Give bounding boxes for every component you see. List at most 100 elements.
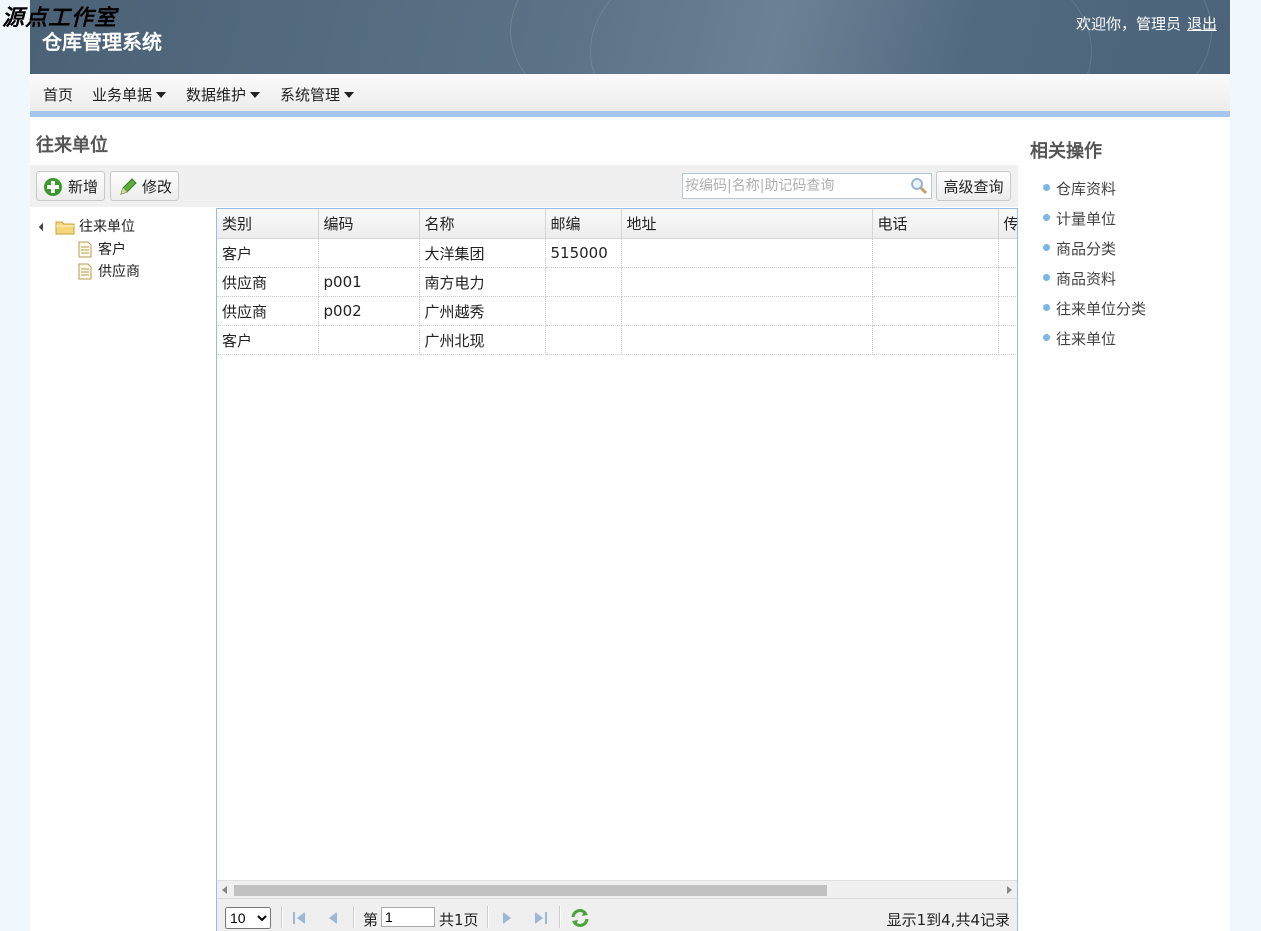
nav-home-label: 首页	[43, 86, 74, 104]
cell-postcode	[545, 267, 622, 297]
main-panel: 往来单位 新增 修改 按编码|名称|助记码查询 高级查询 往来单位 客户 供应商…	[30, 117, 1018, 931]
page-number-input[interactable]	[381, 907, 435, 927]
cell-address	[621, 238, 873, 268]
bullet-icon	[1043, 214, 1050, 221]
expand-triangle-icon[interactable]	[38, 222, 48, 232]
first-page-icon[interactable]	[291, 910, 307, 926]
cell-category: 供应商	[217, 296, 319, 326]
app-frame: 仓库管理系统 欢迎你，管理员 退出 首页 业务单据 数据维护 系统管理 往来单位 …	[30, 0, 1230, 931]
welcome-area: 欢迎你，管理员 退出	[1076, 13, 1217, 34]
grid-table: 类别 编码 名称 邮编 地址 电话 传 客户 大洋集团 515000 供应商 p…	[217, 209, 1017, 355]
logout-link[interactable]: 退出	[1187, 15, 1217, 33]
cell-phone	[872, 267, 999, 297]
app-header: 仓库管理系统 欢迎你，管理员 退出	[30, 0, 1230, 74]
tree-node-label: 往来单位	[79, 219, 135, 235]
last-page-icon[interactable]	[533, 910, 549, 926]
related-link-label: 商品分类	[1056, 240, 1117, 258]
cell-code	[318, 325, 420, 355]
search-box	[682, 173, 932, 199]
related-link-partner[interactable]: 往来单位	[1043, 328, 1117, 349]
cell-name: 广州北现	[419, 325, 546, 355]
column-header-code[interactable]: 编码	[318, 209, 420, 239]
cell-address	[621, 325, 873, 355]
tree-node-customer[interactable]: 客户	[30, 239, 210, 261]
table-row[interactable]: 客户 广州北现	[217, 325, 1017, 355]
column-header-category[interactable]: 类别	[217, 209, 319, 239]
search-input[interactable]	[683, 174, 907, 198]
edit-button-label: 修改	[142, 178, 173, 196]
refresh-icon[interactable]	[569, 907, 591, 929]
page-total: 共1页	[439, 911, 479, 929]
nav-data-maintenance[interactable]: 数据维护	[186, 84, 261, 105]
bullet-icon	[1043, 274, 1050, 281]
pagination-bar: 10 第 共1页	[217, 898, 1017, 931]
grid-header-row: 类别 编码 名称 邮编 地址 电话 传	[217, 209, 1017, 239]
scroll-left-icon[interactable]	[222, 886, 227, 894]
table-row[interactable]: 供应商 p001 南方电力	[217, 267, 1017, 297]
column-header-phone[interactable]: 电话	[872, 209, 999, 239]
column-header-address[interactable]: 地址	[621, 209, 873, 239]
pager-separator	[487, 906, 489, 928]
scroll-right-icon[interactable]	[1007, 886, 1012, 894]
nav-system-management-label: 系统管理	[280, 86, 341, 104]
cell-fax	[998, 238, 1017, 268]
add-button-label: 新增	[68, 178, 99, 196]
scrollbar-thumb[interactable]	[234, 885, 827, 896]
page-size-select[interactable]: 10	[225, 907, 271, 929]
table-row[interactable]: 客户 大洋集团 515000	[217, 238, 1017, 268]
related-actions-panel: 相关操作 仓库资料 计量单位 商品分类 商品资料 往来单位分类 往来单位	[1018, 117, 1230, 931]
column-header-fax[interactable]: 传	[998, 209, 1017, 239]
nav-business-docs[interactable]: 业务单据	[92, 84, 167, 105]
cell-phone	[872, 325, 999, 355]
nav-system-management[interactable]: 系统管理	[280, 84, 355, 105]
cell-phone	[872, 296, 999, 326]
header-decoration	[590, 0, 1092, 74]
search-icon[interactable]	[910, 177, 928, 195]
edit-button[interactable]: 修改	[110, 171, 179, 201]
bullet-icon	[1043, 304, 1050, 311]
related-link-product-info[interactable]: 商品资料	[1043, 268, 1116, 289]
main-nav: 首页 业务单据 数据维护 系统管理	[30, 74, 1230, 111]
bullet-icon	[1043, 334, 1050, 341]
caret-down-icon	[156, 92, 167, 98]
related-link-label: 往来单位	[1056, 330, 1117, 348]
cell-fax	[998, 296, 1017, 326]
tree-node-supplier[interactable]: 供应商	[30, 261, 210, 283]
bullet-icon	[1043, 184, 1050, 191]
cell-fax	[998, 325, 1017, 355]
watermark: 源点工作室	[2, 5, 118, 31]
bullet-icon	[1043, 244, 1050, 251]
cell-fax	[998, 267, 1017, 297]
caret-down-icon	[344, 92, 355, 98]
column-header-name[interactable]: 名称	[419, 209, 546, 239]
record-summary: 显示1到4,共4记录	[886, 911, 1010, 929]
next-page-icon[interactable]	[499, 910, 515, 926]
advanced-search-button[interactable]: 高级查询	[936, 171, 1011, 201]
document-icon	[78, 263, 92, 280]
horizontal-scrollbar[interactable]	[217, 880, 1017, 899]
cell-postcode: 515000	[545, 238, 622, 268]
tree-node-label: 供应商	[98, 264, 140, 280]
toolbar: 新增 修改 高级查询	[30, 165, 1018, 207]
caret-down-icon	[250, 92, 261, 98]
related-link-unit[interactable]: 计量单位	[1043, 208, 1116, 229]
related-link-product-category[interactable]: 商品分类	[1043, 238, 1117, 259]
folder-icon	[55, 221, 75, 235]
pager-separator	[559, 906, 561, 928]
related-link-warehouse-info[interactable]: 仓库资料	[1043, 178, 1116, 199]
cell-category: 供应商	[217, 267, 319, 297]
column-header-postcode[interactable]: 邮编	[545, 209, 622, 239]
welcome-text: 欢迎你，管理员	[1075, 15, 1181, 33]
previous-page-icon[interactable]	[325, 910, 341, 926]
nav-business-docs-label: 业务单据	[92, 86, 153, 104]
document-icon	[78, 241, 92, 258]
tree-node-root[interactable]: 往来单位	[30, 216, 210, 238]
cell-name: 南方电力	[419, 267, 546, 297]
cell-name: 广州越秀	[419, 296, 546, 326]
add-button[interactable]: 新增	[36, 171, 105, 201]
cell-address	[621, 267, 873, 297]
related-link-label: 往来单位分类	[1056, 300, 1147, 318]
related-link-partner-category[interactable]: 往来单位分类	[1043, 298, 1147, 319]
nav-home[interactable]: 首页	[43, 84, 73, 105]
table-row[interactable]: 供应商 p002 广州越秀	[217, 296, 1017, 326]
